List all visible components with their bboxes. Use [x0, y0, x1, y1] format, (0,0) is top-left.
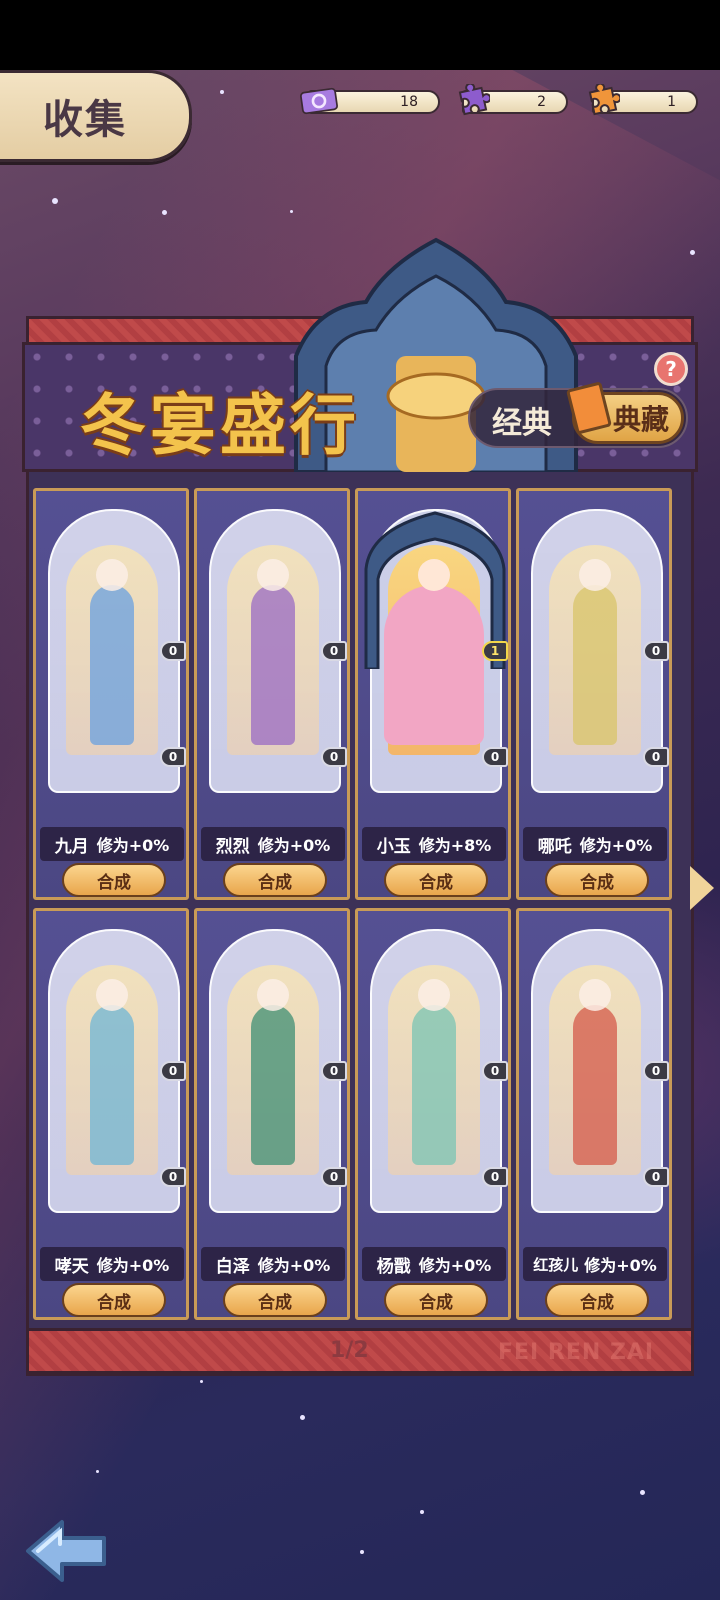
- shard-count-badge: 0: [321, 641, 347, 661]
- page-indicator: 1/2: [330, 1338, 369, 1363]
- shard-count-badge: 1: [482, 641, 508, 661]
- cultivation-bonus: 修为+0%: [584, 1256, 657, 1275]
- cultivation-bonus: 修为+0%: [579, 836, 653, 855]
- shard-count-badge: 0: [160, 1061, 186, 1081]
- cultivation-bonus: 修为+0%: [96, 836, 170, 855]
- next-arrow-icon[interactable]: [690, 866, 714, 910]
- copy-count-badge: 0: [482, 747, 508, 767]
- card-info: 九月 修为+0%: [40, 827, 184, 861]
- character-card-baize[interactable]: 0 0 白泽 修为+0% 合成: [194, 908, 350, 1320]
- resource-orange-value: 1: [667, 94, 676, 110]
- cultivation-bonus: 修为+0%: [96, 1256, 170, 1275]
- character-card-honghaier[interactable]: 0 0 红孩儿 修为+0% 合成: [516, 908, 672, 1320]
- card-info: 小玉 修为+8%: [362, 827, 506, 861]
- compose-button[interactable]: 合成: [62, 1283, 166, 1317]
- character-card-yangjian[interactable]: 0 0 杨戬 修为+0% 合成: [355, 908, 511, 1320]
- watermark: FEI REN ZAI: [498, 1340, 655, 1365]
- copy-count-badge: 0: [160, 1167, 186, 1187]
- character-figure: [251, 585, 295, 745]
- character-card-lielie[interactable]: 0 0 烈烈 修为+0% 合成: [194, 488, 350, 900]
- compose-button[interactable]: 合成: [223, 863, 327, 897]
- help-button[interactable]: ?: [654, 352, 688, 386]
- character-card-xiaoyu[interactable]: 1 0 小玉 修为+8% 合成: [355, 488, 511, 900]
- character-name: 哮天: [54, 1256, 89, 1277]
- cultivation-bonus: 修为+0%: [418, 1256, 492, 1275]
- character-name: 小玉: [376, 836, 411, 857]
- compose-button[interactable]: 合成: [545, 1283, 649, 1317]
- page-title-plate: 收集: [0, 70, 192, 162]
- copy-count-badge: 0: [321, 747, 347, 767]
- character-name: 九月: [54, 836, 89, 857]
- character-card-xiaotian[interactable]: 0 0 哮天 修为+0% 合成: [33, 908, 189, 1320]
- copy-count-badge: 0: [321, 1167, 347, 1187]
- character-name: 烈烈: [215, 836, 250, 857]
- ticket-icon: [300, 82, 338, 120]
- copy-count-badge: 0: [643, 747, 669, 767]
- shard-count-badge: 0: [482, 1061, 508, 1081]
- compose-button[interactable]: 合成: [62, 863, 166, 897]
- character-card-jiuyue[interactable]: 0 0 九月 修为+0% 合成: [33, 488, 189, 900]
- compose-button[interactable]: 合成: [384, 863, 488, 897]
- copy-count-badge: 0: [160, 747, 186, 767]
- character-name: 红孩儿: [533, 1255, 579, 1274]
- tab-collection-label: 典藏: [612, 403, 669, 436]
- purple-puzzle-icon: [454, 82, 492, 120]
- character-figure: [251, 1005, 295, 1165]
- shard-count-badge: 0: [643, 1061, 669, 1081]
- character-figure: [90, 1005, 134, 1165]
- card-info: 哮天 修为+0%: [40, 1247, 184, 1281]
- compose-button[interactable]: 合成: [545, 863, 649, 897]
- resource-ticket: 18: [300, 87, 440, 116]
- orange-puzzle-icon: [584, 82, 622, 120]
- tab-classic[interactable]: 经典: [492, 398, 552, 442]
- compose-button[interactable]: 合成: [384, 1283, 488, 1317]
- character-figure: [90, 585, 134, 745]
- character-name: 哪吒: [537, 836, 572, 857]
- compose-button[interactable]: 合成: [223, 1283, 327, 1317]
- character-name: 杨戬: [376, 1256, 411, 1277]
- back-arrow-icon[interactable]: [24, 1518, 108, 1584]
- character-name: 白泽: [215, 1256, 250, 1277]
- shard-count-badge: 0: [321, 1061, 347, 1081]
- copy-count-badge: 0: [643, 1167, 669, 1187]
- card-info: 烈烈 修为+0%: [201, 827, 345, 861]
- copy-count-badge: 0: [482, 1167, 508, 1187]
- tab-collection[interactable]: 典藏: [565, 381, 684, 444]
- shard-count-badge: 0: [160, 641, 186, 661]
- character-figure: [573, 585, 617, 745]
- resource-purple-puzzle: 2: [454, 84, 568, 116]
- card-info: 白泽 修为+0%: [201, 1247, 345, 1281]
- card-info: 哪吒 修为+0%: [523, 827, 667, 861]
- page-title: 收集: [43, 97, 127, 143]
- resource-ticket-value: 18: [400, 94, 418, 110]
- cultivation-bonus: 修为+0%: [257, 836, 331, 855]
- cultivation-bonus: 修为+0%: [257, 1256, 331, 1275]
- resource-orange-puzzle: 1: [584, 84, 698, 116]
- shard-count-badge: 0: [643, 641, 669, 661]
- card-info: 红孩儿 修为+0%: [523, 1247, 667, 1281]
- resource-purple-value: 2: [537, 94, 546, 110]
- character-figure: [412, 1005, 456, 1165]
- character-figure: [573, 1005, 617, 1165]
- character-card-nezha[interactable]: 0 0 哪吒 修为+0% 合成: [516, 488, 672, 900]
- card-info: 杨戬 修为+0%: [362, 1247, 506, 1281]
- event-title: 冬宴盛行: [80, 387, 360, 464]
- cultivation-bonus: 修为+8%: [418, 836, 492, 855]
